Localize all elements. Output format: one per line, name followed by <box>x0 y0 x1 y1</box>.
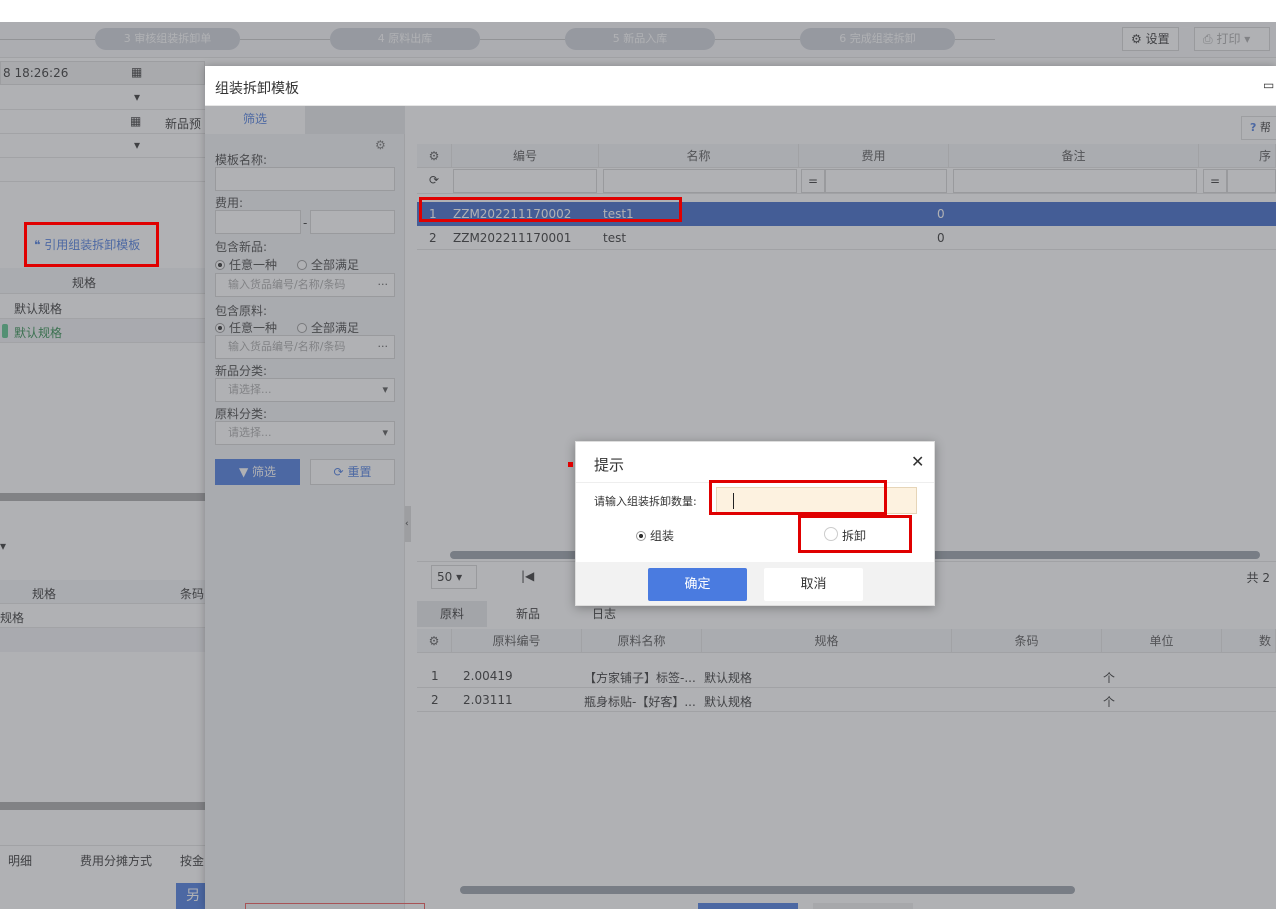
gear-icon[interactable]: ⚙ <box>375 138 386 152</box>
quantity-input[interactable] <box>716 487 917 514</box>
help-button[interactable]: ? 帮 <box>1241 116 1276 140</box>
template-grid-filter-row: ⟳ = = <box>417 168 1276 194</box>
include-raw-goods-input[interactable]: 输入货品编号/名称/条码 ··· <box>215 335 395 359</box>
more-icon[interactable]: ··· <box>378 274 389 296</box>
ref-template-button[interactable]: ❝ 引用组装拆卸模板 <box>28 229 156 264</box>
fee-max-input[interactable] <box>310 210 395 234</box>
include-raw-any-radio[interactable]: 任意一种 <box>215 319 277 336</box>
seq-filter-input[interactable] <box>1227 169 1276 193</box>
remark-filter-input[interactable] <box>953 169 1197 193</box>
new-category-select[interactable]: 请选择... ▾ <box>215 378 395 402</box>
page-size-select[interactable]: 50 ▾ <box>431 565 477 589</box>
tab-new[interactable]: 新品 <box>493 601 563 627</box>
annotation-dot <box>568 462 573 467</box>
include-new-all-radio[interactable]: 全部满足 <box>297 256 359 273</box>
dialog-title: 提示 <box>594 456 625 474</box>
detail-grid-header: ⚙ 原料编号 原料名称 规格 条码 单位 数 <box>417 629 1276 653</box>
table-row[interactable]: 2 ZZM202211170001 test 0 <box>417 226 1276 250</box>
filter-button[interactable]: ▼ 筛选 <box>215 459 300 485</box>
close-icon[interactable]: ✕ <box>911 452 924 471</box>
confirm-button[interactable]: 确定 <box>648 568 747 601</box>
refresh-icon: ⟳ <box>333 465 344 479</box>
filter-icon: ▼ <box>238 465 249 479</box>
chevron-down-icon: ▾ <box>134 138 141 152</box>
chevron-down-icon: ▾ <box>382 383 388 396</box>
code-filter-input[interactable] <box>453 169 597 193</box>
list-item[interactable]: 默认规格 <box>0 319 205 343</box>
printer-icon: ⎙ <box>1203 32 1213 46</box>
calendar-icon: ▦ <box>130 114 142 128</box>
modal-title: 组装拆卸模板 <box>215 81 299 97</box>
more-icon[interactable]: ··· <box>378 336 389 358</box>
step-3: 3 审核组装拆卸单 <box>95 28 240 50</box>
chevron-down-icon: ▾ <box>382 426 388 439</box>
left-select-1[interactable]: ▾ <box>0 86 205 110</box>
save-as-button[interactable]: 另 <box>176 883 205 909</box>
gear-icon: ⚙ <box>1131 32 1142 46</box>
maximize-icon[interactable]: ▭ <box>1263 78 1274 92</box>
include-new-goods-input[interactable]: 输入货品编号/名称/条码 ··· <box>215 273 395 297</box>
calendar-icon: ▦ <box>131 65 143 79</box>
horizontal-scrollbar[interactable] <box>460 886 1075 894</box>
datetime-field[interactable]: 8 18:26:26 ▦ <box>0 61 205 85</box>
refresh-icon[interactable]: ⟳ <box>429 173 439 187</box>
quantity-label: 请输入组装拆卸数量: <box>594 495 697 508</box>
collapse-handle[interactable]: ‹ <box>405 506 411 542</box>
print-button[interactable]: ⎙ 打印 ▾ <box>1194 27 1270 51</box>
question-icon: ? <box>1250 121 1257 134</box>
settings-button[interactable]: ⚙ 设置 <box>1122 27 1179 51</box>
chevron-down-icon: ▾ <box>134 90 141 104</box>
left-select-2[interactable]: ▾ <box>0 134 205 158</box>
include-new-any-radio[interactable]: 任意一种 <box>215 256 277 273</box>
seq-filter-op[interactable]: = <box>1203 169 1227 193</box>
template-grid-header: ⚙ 编号 名称 费用 备注 序 <box>417 144 1276 168</box>
cancel-button[interactable]: 取消 <box>764 568 863 601</box>
chevron-down-icon: ▾ <box>1244 32 1251 46</box>
left-date-2[interactable]: ▦ 新品预 <box>0 110 205 134</box>
chevron-down-icon: ▾ <box>456 570 463 584</box>
fee-filter-input[interactable] <box>825 169 947 193</box>
assemble-radio[interactable]: 组装 <box>636 527 674 544</box>
include-raw-all-radio[interactable]: 全部满足 <box>297 319 359 336</box>
table-row[interactable]: 1 ZZM202211170002 test1 0 <box>417 202 1276 226</box>
chevron-down-icon: ▾ <box>0 539 7 553</box>
tab-raw[interactable]: 原料 <box>417 601 487 627</box>
step-4: 4 原料出库 <box>330 28 480 50</box>
tab-by-amount[interactable]: 按金 <box>180 852 204 869</box>
tab-detail[interactable]: 明细 <box>8 852 32 869</box>
step-5: 5 新品入库 <box>565 28 715 50</box>
table-row[interactable]: 1 2.00419 【方家铺子】标签-... 默认规格 个 <box>417 664 1276 688</box>
name-filter-input[interactable] <box>603 169 797 193</box>
fee-filter-op[interactable]: = <box>801 169 825 193</box>
tab-filter[interactable]: 筛选 <box>205 106 305 134</box>
filter-panel: 筛选 ⚙ 模板名称: 费用: - 包含新品: 任意一种 全部满足 输入货品编号/… <box>205 106 405 909</box>
quote-icon: ❝ <box>34 238 41 252</box>
tab-fee-allocation[interactable]: 费用分摊方式 <box>80 852 152 869</box>
template-name-input[interactable] <box>215 167 395 191</box>
disassemble-radio[interactable]: 拆卸 <box>824 527 866 544</box>
fee-min-input[interactable] <box>215 210 301 234</box>
gear-icon[interactable]: ⚙ <box>417 144 452 167</box>
step-6: 6 完成组装拆卸 <box>800 28 955 50</box>
spec-column-header: 规格 <box>72 276 97 290</box>
list-item[interactable]: 默认规格 <box>0 295 205 319</box>
table-row[interactable]: 2 2.03111 瓶身标贴-【好客】... 默认规格 个 <box>417 688 1276 712</box>
gear-icon[interactable]: ⚙ <box>417 629 452 652</box>
first-page-icon[interactable]: |◀ <box>521 569 534 583</box>
quantity-dialog: 提示 ✕ 请输入组装拆卸数量: 组装 拆卸 确定 取消 <box>575 441 935 606</box>
reset-button[interactable]: ⟳ 重置 <box>310 459 395 485</box>
step-progress-bar: 3 审核组装拆卸单 4 原料出库 5 新品入库 6 完成组装拆卸 ⚙ 设置 ⎙ … <box>0 22 1276 58</box>
new-preview-label: 新品预 <box>165 117 202 131</box>
raw-category-select[interactable]: 请选择... ▾ <box>215 421 395 445</box>
total-count: 共 2 <box>1246 571 1270 585</box>
